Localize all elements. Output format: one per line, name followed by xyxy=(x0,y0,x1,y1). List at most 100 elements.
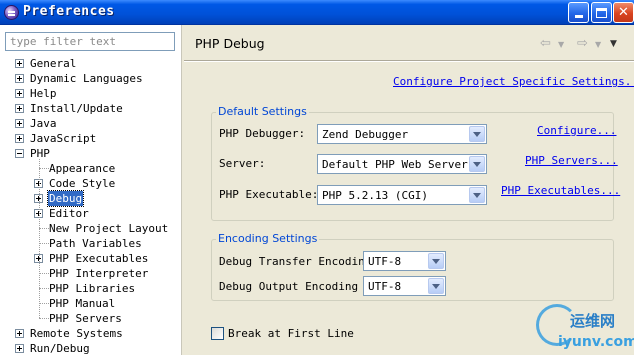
view-menu-icon[interactable]: ▼ xyxy=(610,39,617,49)
site-watermark: 运维网 iyunv.com xyxy=(536,304,634,355)
tree-item-label: Path Variables xyxy=(49,237,142,250)
eclipse-icon xyxy=(4,5,19,20)
minimize-icon xyxy=(574,15,583,18)
configure-project-settings-link[interactable]: Configure Project Specific Settings... xyxy=(393,75,634,88)
preferences-tree-panel: General Dynamic Languages Help Install/Upda… xyxy=(0,25,180,355)
expand-icon[interactable] xyxy=(15,89,24,98)
close-button[interactable]: ✕ xyxy=(613,2,634,23)
tree-item-label: Help xyxy=(30,87,57,100)
encoding-settings-title: Encoding Settings xyxy=(216,232,320,245)
page-title: PHP Debug xyxy=(195,36,265,51)
php-executables-link[interactable]: PHP Executables... xyxy=(501,184,620,197)
php-executable-value: PHP 5.2.13 (CGI) xyxy=(322,189,428,202)
tree-item[interactable]: PHP Executables xyxy=(0,251,180,266)
watermark-url: iyunv.com xyxy=(558,334,634,350)
expand-icon[interactable] xyxy=(15,134,24,143)
chevron-down-icon[interactable] xyxy=(428,278,444,294)
tree-item-label: PHP Libraries xyxy=(49,282,136,295)
expand-icon[interactable] xyxy=(15,344,24,353)
php-executable-label: PHP Executable: xyxy=(219,188,319,201)
debug-output-encoding-select[interactable]: UTF-8 xyxy=(363,276,446,296)
tree-item[interactable]: Path Variables xyxy=(0,236,180,251)
tree-item-label: Editor xyxy=(49,207,89,220)
break-at-first-line-checkbox[interactable] xyxy=(211,327,224,340)
tree-item-label: Appearance xyxy=(49,162,116,175)
php-debugger-label: PHP Debugger: xyxy=(219,127,306,140)
tree-item[interactable]: New Project Layout xyxy=(0,221,180,236)
close-icon: ✕ xyxy=(618,5,629,20)
debug-output-encoding-label: Debug Output Encoding xyxy=(219,280,359,293)
debug-transfer-encoding-label: Debug Transfer Encoding xyxy=(219,255,372,268)
tree-item[interactable]: Install/Update xyxy=(0,101,180,116)
tree-item[interactable]: JavaScript xyxy=(0,131,180,146)
break-at-first-line-label[interactable]: Break at First Line xyxy=(228,327,354,340)
tree-item-label: PHP Manual xyxy=(49,297,116,310)
chevron-down-icon[interactable] xyxy=(428,253,444,269)
tree-item-label: Dynamic Languages xyxy=(30,72,143,85)
php-servers-link[interactable]: PHP Servers... xyxy=(525,154,618,167)
encoding-settings-group: Encoding Settings Debug Transfer Encodin… xyxy=(211,232,614,301)
chevron-down-icon[interactable] xyxy=(469,187,485,203)
tree-item-label: Java xyxy=(30,117,57,130)
tree-item-label: Code Style xyxy=(49,177,116,190)
tree-item[interactable]: PHP Manual xyxy=(0,296,180,311)
filter-input[interactable] xyxy=(5,32,175,51)
maximize-icon xyxy=(596,7,607,18)
tree-item[interactable]: Remote Systems xyxy=(0,326,180,341)
tree-item[interactable]: Debug xyxy=(0,190,180,207)
tree-item[interactable]: Dynamic Languages xyxy=(0,71,180,86)
forward-arrow-icon[interactable]: ⇨ xyxy=(577,36,588,51)
tree-item-label: General xyxy=(30,57,77,70)
chevron-down-icon[interactable] xyxy=(469,156,485,172)
tree-item-label: PHP Interpreter xyxy=(49,267,149,280)
tree-item-label: Install/Update xyxy=(30,102,123,115)
expand-icon[interactable] xyxy=(15,104,24,113)
tree-item-label: New Project Layout xyxy=(49,222,169,235)
server-select[interactable]: Default PHP Web Server xyxy=(317,154,487,174)
tree-item[interactable]: General xyxy=(0,56,180,71)
tree-item[interactable]: Code Style xyxy=(0,176,180,191)
expand-icon[interactable] xyxy=(15,119,24,128)
php-executable-select[interactable]: PHP 5.2.13 (CGI) xyxy=(317,185,487,205)
tree-item[interactable]: Run/Debug xyxy=(0,341,180,355)
tree-item-label: Remote Systems xyxy=(30,327,123,340)
tree-item[interactable]: PHP Libraries xyxy=(0,281,180,296)
debug-transfer-encoding-value: UTF-8 xyxy=(368,255,402,268)
tree-item[interactable]: Help xyxy=(0,86,180,101)
collapse-icon[interactable] xyxy=(15,149,24,158)
back-arrow-icon[interactable]: ⇦ xyxy=(540,36,551,51)
tree-item[interactable]: Editor xyxy=(0,206,180,221)
tree-item[interactable]: Appearance xyxy=(0,161,180,176)
tree-item[interactable]: PHP Servers xyxy=(0,311,180,326)
default-settings-group: Default Settings PHP Debugger: Zend Debu… xyxy=(211,105,620,221)
tree-item-label: JavaScript xyxy=(30,132,97,145)
default-settings-title: Default Settings xyxy=(216,105,309,118)
tree-item-label: Debug xyxy=(46,190,85,207)
debug-transfer-encoding-select[interactable]: UTF-8 xyxy=(363,251,446,271)
tree-item[interactable]: PHP xyxy=(0,146,180,161)
expand-icon[interactable] xyxy=(15,329,24,338)
tree-item[interactable]: PHP Interpreter xyxy=(0,266,180,281)
back-dropdown-icon[interactable]: ▼ xyxy=(558,40,564,49)
tree-item[interactable]: Java xyxy=(0,116,180,131)
configure-debugger-link[interactable]: Configure... xyxy=(537,124,616,137)
minimize-button[interactable] xyxy=(568,2,589,23)
server-value: Default PHP Web Server xyxy=(322,158,468,171)
php-debugger-value: Zend Debugger xyxy=(322,128,409,141)
debug-output-encoding-value: UTF-8 xyxy=(368,280,402,293)
title-separator xyxy=(184,60,634,62)
tree-item-label: PHP Executables xyxy=(49,252,149,265)
expand-icon[interactable] xyxy=(15,59,24,68)
tree-item-label: PHP Servers xyxy=(49,312,122,325)
chevron-down-icon[interactable] xyxy=(469,126,485,142)
expand-icon[interactable] xyxy=(15,74,24,83)
title-bar[interactable]: Preferences ✕ xyxy=(0,0,634,25)
server-label: Server: xyxy=(219,157,266,170)
tree-connector xyxy=(39,159,40,318)
tree-item-label: Run/Debug xyxy=(30,342,90,355)
maximize-button[interactable] xyxy=(591,2,612,23)
forward-dropdown-icon[interactable]: ▼ xyxy=(595,40,601,49)
php-debugger-select[interactable]: Zend Debugger xyxy=(317,124,487,144)
watermark-text: 运维网 xyxy=(570,312,616,330)
window-title: Preferences xyxy=(23,4,115,19)
